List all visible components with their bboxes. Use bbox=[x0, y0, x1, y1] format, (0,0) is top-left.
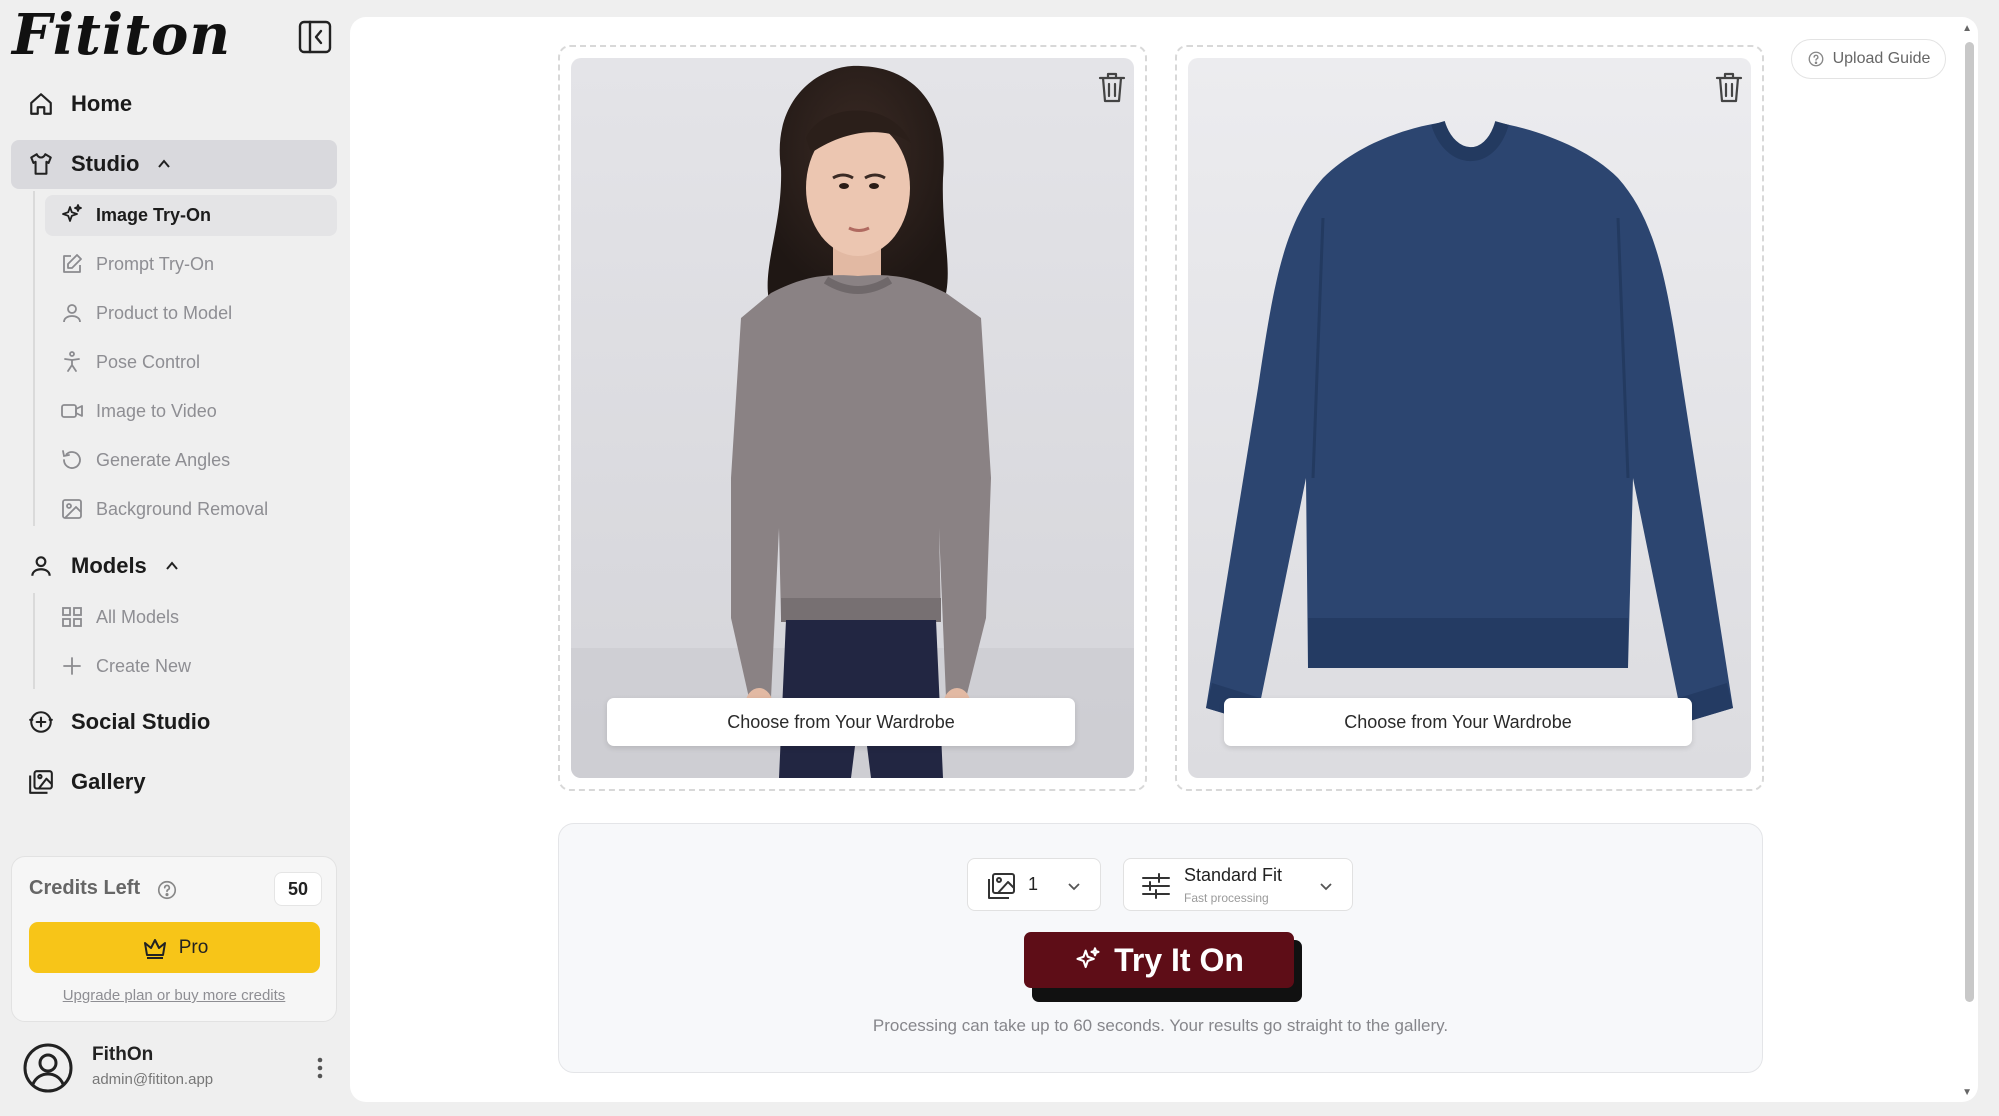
scrollbar[interactable] bbox=[1965, 42, 1974, 1002]
processing-note: Processing can take up to 60 seconds. Yo… bbox=[872, 1016, 1449, 1035]
models-rail bbox=[33, 593, 35, 689]
model-photo bbox=[571, 58, 1134, 778]
social-icon bbox=[28, 709, 54, 735]
pose-icon bbox=[60, 350, 84, 374]
upload-guide-button[interactable]: Upload Guide bbox=[1791, 39, 1946, 79]
sidebar-item-create-new[interactable]: Create New bbox=[60, 654, 191, 678]
image-count-value: 1 bbox=[1028, 874, 1039, 894]
collapse-sidebar-icon[interactable] bbox=[297, 19, 333, 55]
nav-studio-label: Studio bbox=[71, 151, 140, 176]
try-it-on-button[interactable]: Try It On bbox=[1024, 932, 1294, 988]
try-it-on-label: Try It On bbox=[1114, 941, 1244, 978]
generation-controls: 1 Standard Fit Fast processing Try It On… bbox=[558, 823, 1763, 1073]
nav-social-studio[interactable]: Social Studio bbox=[28, 709, 210, 735]
chevron-up-icon bbox=[164, 558, 180, 574]
grid-icon bbox=[60, 605, 84, 629]
credits-card: Credits Left 50 Pro Upgrade plan or buy … bbox=[11, 856, 337, 1022]
studio-rail bbox=[33, 191, 35, 526]
garment-photo bbox=[1188, 58, 1751, 778]
home-icon bbox=[28, 91, 54, 117]
user-icon bbox=[28, 553, 54, 579]
nav-gallery[interactable]: Gallery bbox=[28, 769, 146, 795]
user-email: admin@fititon.app bbox=[92, 1071, 214, 1088]
main-panel: ▲ ▼ Upload Guide Choose from Your Wardro… bbox=[350, 17, 1978, 1102]
credits-title: Credits Left bbox=[29, 877, 141, 899]
sidebar: Fititon Home Studio Image Try-On Prompt … bbox=[0, 0, 350, 1116]
images-icon bbox=[986, 872, 1016, 900]
rotate-icon bbox=[60, 448, 84, 472]
model-upload-zone[interactable]: Choose from Your Wardrobe bbox=[558, 45, 1147, 791]
help-icon bbox=[1807, 50, 1825, 68]
credits-count: 50 bbox=[274, 872, 322, 906]
chevron-down-icon bbox=[1066, 878, 1082, 894]
sliders-icon bbox=[1141, 872, 1171, 900]
user-icon bbox=[60, 301, 84, 325]
sidebar-item-pose-control[interactable]: Pose Control bbox=[60, 350, 200, 374]
trash-icon[interactable] bbox=[1095, 69, 1129, 105]
image-icon bbox=[60, 497, 84, 521]
sidebar-item-label: Background Removal bbox=[96, 498, 269, 519]
sparkles-icon bbox=[60, 203, 84, 227]
choose-wardrobe-button[interactable]: Choose from Your Wardrobe bbox=[1224, 698, 1692, 746]
shirt-icon bbox=[28, 151, 54, 177]
chevron-up-icon bbox=[156, 156, 172, 172]
trash-icon[interactable] bbox=[1712, 69, 1746, 105]
sidebar-item-label: Image to Video bbox=[96, 400, 217, 421]
fit-mode-select[interactable]: Standard Fit Fast processing bbox=[1123, 858, 1353, 911]
sidebar-item-label: Pose Control bbox=[96, 351, 201, 372]
help-icon[interactable] bbox=[156, 879, 178, 901]
sparkles-icon bbox=[1074, 946, 1102, 974]
nav-social-studio-label: Social Studio bbox=[71, 709, 211, 734]
plus-icon bbox=[60, 654, 84, 678]
image-count-select[interactable]: 1 bbox=[967, 858, 1101, 911]
nav-studio[interactable]: Studio bbox=[28, 151, 172, 177]
pro-upgrade-button[interactable]: Pro bbox=[29, 922, 320, 973]
sidebar-item-label: Product to Model bbox=[96, 302, 233, 323]
upload-guide-label: Upload Guide bbox=[1832, 50, 1931, 67]
fit-mode-title: Standard Fit bbox=[1184, 865, 1283, 885]
garment-upload-zone[interactable]: Choose from Your Wardrobe bbox=[1175, 45, 1764, 791]
sidebar-item-product-to-model[interactable]: Product to Model bbox=[60, 301, 232, 325]
chevron-down-icon bbox=[1318, 878, 1334, 894]
nav-models-label: Models bbox=[71, 553, 147, 578]
sidebar-item-image-try-on[interactable]: Image Try-On bbox=[60, 203, 211, 227]
user-profile[interactable]: FithOn admin@fititon.app bbox=[22, 1040, 332, 1096]
sidebar-item-label: Prompt Try-On bbox=[96, 253, 215, 274]
sidebar-item-label: All Models bbox=[96, 606, 180, 627]
sidebar-item-label: Create New bbox=[96, 655, 192, 676]
user-name: FithOn bbox=[92, 1044, 154, 1065]
sidebar-item-label: Image Try-On bbox=[96, 204, 212, 225]
edit-icon bbox=[60, 252, 84, 276]
sidebar-item-all-models[interactable]: All Models bbox=[60, 605, 179, 629]
avatar bbox=[22, 1042, 74, 1094]
scroll-up-arrow[interactable]: ▲ bbox=[1962, 23, 1972, 34]
crown-icon bbox=[141, 934, 169, 962]
sidebar-item-generate-angles[interactable]: Generate Angles bbox=[60, 448, 230, 472]
nav-home[interactable]: Home bbox=[28, 91, 132, 117]
sidebar-item-label: Generate Angles bbox=[96, 449, 231, 470]
nav-home-label: Home bbox=[71, 91, 133, 116]
nav-gallery-label: Gallery bbox=[71, 769, 146, 794]
sidebar-item-image-to-video[interactable]: Image to Video bbox=[60, 399, 217, 423]
app-logo[interactable]: Fititon bbox=[12, 2, 231, 68]
nav-models[interactable]: Models bbox=[28, 553, 180, 579]
video-icon bbox=[60, 399, 84, 423]
more-options-icon[interactable] bbox=[308, 1054, 332, 1082]
sidebar-item-background-removal[interactable]: Background Removal bbox=[60, 497, 268, 521]
upgrade-plan-link[interactable]: Upgrade plan or buy more credits bbox=[12, 987, 336, 1004]
choose-wardrobe-button[interactable]: Choose from Your Wardrobe bbox=[607, 698, 1075, 746]
scroll-down-arrow[interactable]: ▼ bbox=[1962, 1087, 1972, 1098]
pro-label: Pro bbox=[178, 936, 209, 958]
gallery-icon bbox=[28, 769, 54, 795]
fit-mode-subtitle: Fast processing bbox=[1184, 891, 1269, 905]
sidebar-item-prompt-try-on[interactable]: Prompt Try-On bbox=[60, 252, 214, 276]
